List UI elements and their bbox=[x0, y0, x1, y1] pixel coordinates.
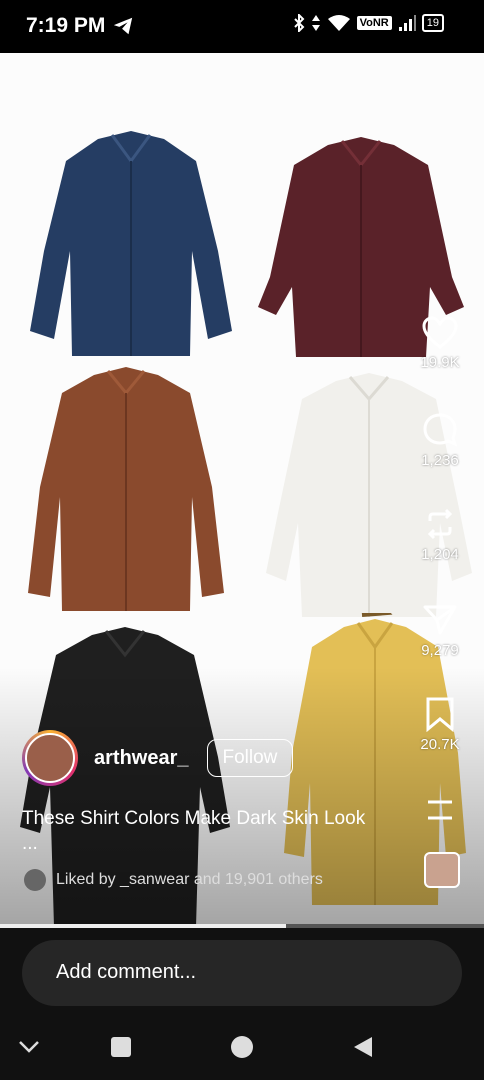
post-caption[interactable]: These Shirt Colors Make Dark Skin Look .… bbox=[22, 806, 382, 856]
heart-icon bbox=[422, 316, 458, 349]
brown-shirt-image bbox=[28, 367, 224, 611]
white-shirt-image bbox=[266, 373, 472, 617]
battery-indicator: 19 bbox=[421, 14, 444, 32]
status-bar: 7:19 PM VoNR 19 bbox=[0, 0, 484, 53]
like-button[interactable]: 19.9K bbox=[414, 316, 466, 371]
repost-icon bbox=[427, 508, 453, 540]
repost-button[interactable]: 1,204 bbox=[414, 506, 466, 563]
system-nav-bar bbox=[0, 1018, 484, 1080]
share-button[interactable]: 9,279 bbox=[414, 602, 466, 659]
recents-button[interactable] bbox=[110, 1036, 132, 1058]
like-count: 19.9K bbox=[420, 354, 460, 371]
audio-thumbnail[interactable] bbox=[424, 852, 460, 888]
comment-count: 1,236 bbox=[421, 452, 459, 469]
navy-shirt-image bbox=[30, 131, 232, 356]
more-options-button[interactable] bbox=[414, 798, 466, 822]
back-button[interactable] bbox=[352, 1035, 374, 1059]
chevron-down-icon[interactable] bbox=[18, 1040, 40, 1054]
comment-button[interactable]: 1,236 bbox=[414, 412, 466, 469]
comment-placeholder: Add comment... bbox=[56, 961, 197, 983]
telegram-icon bbox=[113, 17, 133, 35]
follow-button[interactable]: Follow bbox=[206, 739, 294, 777]
avatar[interactable] bbox=[22, 730, 78, 786]
data-arrows-icon bbox=[311, 15, 320, 31]
share-count: 9,279 bbox=[421, 642, 459, 659]
username[interactable]: arthwear_ bbox=[94, 747, 189, 770]
save-button[interactable]: 20.7K bbox=[414, 696, 466, 753]
more-icon bbox=[428, 800, 452, 820]
reel-media[interactable] bbox=[0, 53, 484, 927]
save-count: 20.7K bbox=[420, 736, 460, 753]
comment-input[interactable]: Add comment... bbox=[22, 940, 462, 1006]
comment-icon bbox=[423, 413, 458, 447]
liked-by-row[interactable]: Liked by _sanwear and 19,901 others bbox=[24, 869, 323, 891]
comment-bar: Add comment... bbox=[0, 928, 484, 1018]
liker-avatar bbox=[24, 869, 46, 891]
home-button[interactable] bbox=[230, 1035, 254, 1059]
bluetooth-icon bbox=[293, 14, 305, 32]
bookmark-icon bbox=[426, 697, 454, 732]
vonr-badge: VoNR bbox=[356, 16, 392, 30]
wifi-icon bbox=[327, 15, 350, 31]
author-row: arthwear_ Follow bbox=[22, 730, 294, 786]
liked-by-text: Liked by _sanwear and 19,901 others bbox=[56, 871, 323, 888]
send-icon bbox=[423, 605, 457, 635]
signal-icon bbox=[398, 15, 416, 31]
status-time: 7:19 PM bbox=[26, 14, 106, 37]
repost-count: 1,204 bbox=[421, 546, 459, 563]
